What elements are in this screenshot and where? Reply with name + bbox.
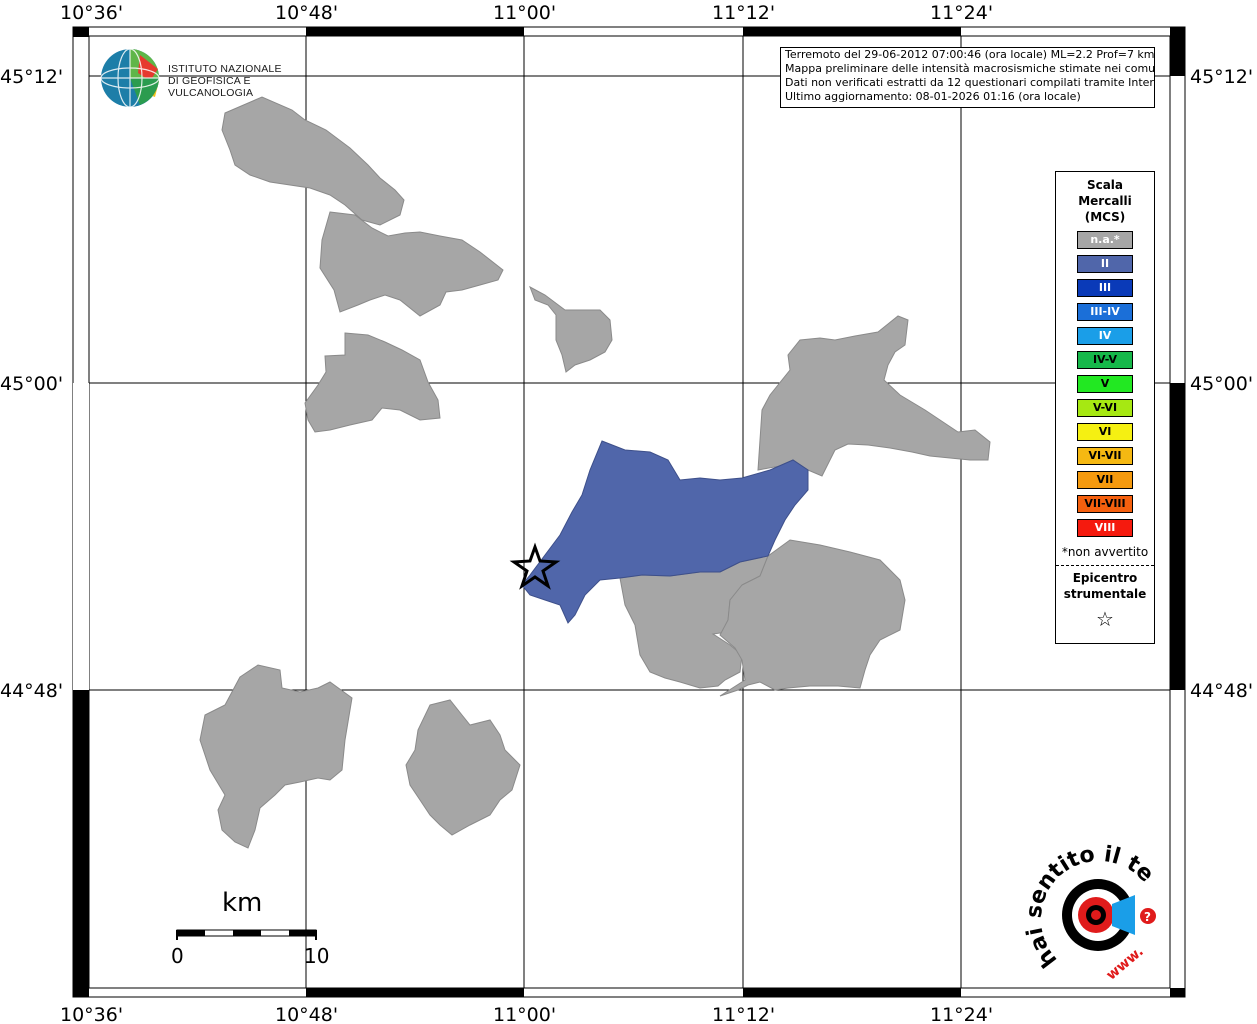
legend-items: n.a.* II III III-IV IV IV-V V V-VI VI VI-VII VII VI… bbox=[1056, 231, 1154, 537]
lon-tick-top: 10°48' bbox=[275, 2, 338, 24]
lat-tick-left: 44°48' bbox=[0, 680, 63, 702]
lon-tick-bottom: 11°00' bbox=[493, 1004, 556, 1024]
scale-end: 10 bbox=[304, 944, 330, 968]
legend-note: *non avvertito bbox=[1061, 545, 1149, 559]
hsit-www: www. bbox=[1103, 944, 1146, 984]
lat-tick-right: 45°12' bbox=[1190, 66, 1253, 88]
event-info-line: Dati non verificati estratti da 12 quest… bbox=[785, 76, 1155, 89]
municipality-area bbox=[757, 315, 991, 477]
legend-item: V bbox=[1077, 375, 1133, 393]
legend-separator bbox=[1056, 565, 1154, 566]
lon-tick-bottom: 10°48' bbox=[275, 1004, 338, 1024]
municipality-area bbox=[319, 211, 504, 317]
legend-item: VIII bbox=[1077, 519, 1133, 537]
scale-start: 0 bbox=[171, 944, 184, 968]
scale-unit: km bbox=[222, 888, 263, 918]
lat-tick-right: 45°00' bbox=[1190, 373, 1253, 395]
lon-tick-top: 10°36' bbox=[60, 2, 123, 24]
top-border-bars bbox=[73, 27, 1185, 36]
hsit-logo: ? hai sentito il terremoto.it www. bbox=[0, 0, 1158, 984]
mcs-legend: Scala Mercalli (MCS) n.a.* II III III-IV IV I… bbox=[1055, 171, 1155, 644]
lat-tick-left: 45°12' bbox=[0, 66, 63, 88]
ingv-logo: ISTITUTO NAZIONALE DI GEOFISICA E VULCAN… bbox=[100, 47, 310, 109]
lon-tick-bottom: 10°36' bbox=[60, 1004, 123, 1024]
event-info-box: Terremoto del 29-06-2012 07:00:46 (ora l… bbox=[780, 47, 1155, 108]
hsit-question-mark: ? bbox=[1144, 910, 1151, 924]
legend-item: n.a.* bbox=[1077, 231, 1133, 249]
legend-item: IV bbox=[1077, 327, 1133, 345]
legend-item: II bbox=[1077, 255, 1133, 273]
hsit-logo-text: hai sentito il terremoto.it bbox=[0, 0, 1158, 972]
legend-item: VII bbox=[1077, 471, 1133, 489]
macroseismic-map: 10°36' 10°48' 11°00' 11°12' 11°24' 10°36… bbox=[0, 0, 1257, 1024]
lat-tick-right: 44°48' bbox=[1190, 680, 1253, 702]
lon-tick-top: 11°00' bbox=[493, 2, 556, 24]
legend-item: VI bbox=[1077, 423, 1133, 441]
legend-title: Scala Mercalli (MCS) bbox=[1078, 178, 1132, 224]
lat-tick-left: 45°00' bbox=[0, 373, 63, 395]
legend-item: III bbox=[1077, 279, 1133, 297]
municipality-area bbox=[199, 664, 353, 849]
scale-bar bbox=[176, 929, 317, 940]
legend-item: VI-VII bbox=[1077, 447, 1133, 465]
municipality-area bbox=[221, 96, 405, 226]
legend-item: VII-VIII bbox=[1077, 495, 1133, 513]
municipality-area bbox=[529, 285, 613, 373]
lon-tick-top: 11°12' bbox=[712, 2, 775, 24]
municipality-area bbox=[405, 699, 521, 836]
legend-epicenter-label: Epicentro strumentale bbox=[1063, 571, 1147, 601]
event-info-line: Ultimo aggiornamento: 08-01-2026 01:16 (… bbox=[785, 90, 1081, 103]
municipality-area bbox=[304, 332, 441, 433]
bottom-border-bars bbox=[73, 988, 1185, 997]
right-border-bars bbox=[1170, 36, 1185, 690]
ingv-logo-text: ISTITUTO NAZIONALE DI GEOFISICA E VULCAN… bbox=[168, 63, 282, 99]
left-border-bars bbox=[73, 27, 89, 988]
globe-icon bbox=[100, 48, 160, 108]
star-icon: ☆ bbox=[1096, 607, 1114, 631]
lon-tick-bottom: 11°24' bbox=[930, 1004, 993, 1024]
event-info-line: Terremoto del 29-06-2012 07:00:46 (ora l… bbox=[785, 48, 1155, 61]
legend-item: V-VI bbox=[1077, 399, 1133, 417]
lon-tick-bottom: 11°12' bbox=[712, 1004, 775, 1024]
event-info-line: Mappa preliminare delle intensità macros… bbox=[785, 62, 1155, 75]
legend-item: III-IV bbox=[1077, 303, 1133, 321]
legend-item: IV-V bbox=[1077, 351, 1133, 369]
lon-tick-top: 11°24' bbox=[930, 2, 993, 24]
